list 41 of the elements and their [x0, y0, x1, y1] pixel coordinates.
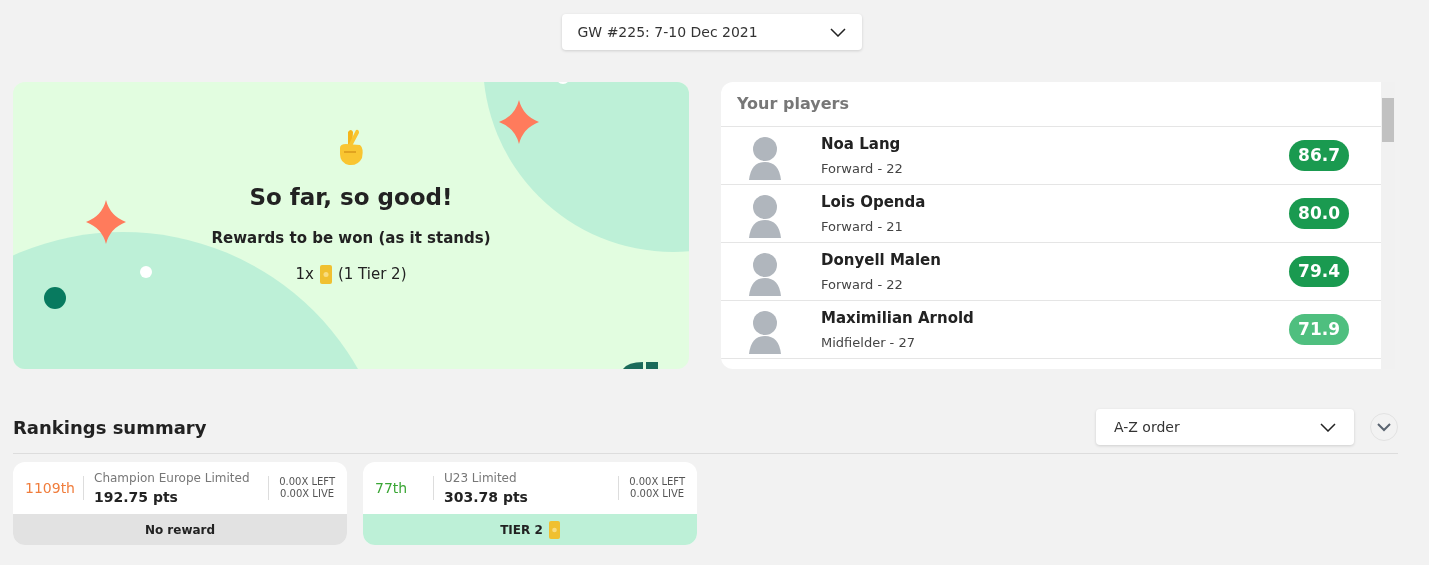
card-icon: [548, 520, 560, 539]
chevron-down-icon: [1377, 422, 1391, 432]
player-name: Noa Lang: [821, 134, 902, 155]
score-pill: 80.0: [1289, 197, 1349, 230]
reward-label: No reward: [144, 521, 216, 539]
score-pill: 79.4: [1289, 255, 1349, 288]
card-icon: [319, 264, 332, 284]
ranking-card[interactable]: 77th U23 Limited 303.78 pts 0.00X LEFT 0.00X LIVE TIER 2: [363, 462, 697, 545]
reward-detail: (1 Tier 2): [337, 264, 407, 285]
player-position: Forward - 22: [821, 159, 904, 178]
result-title: So far, so good!: [249, 183, 453, 212]
panel-title: Your players: [721, 82, 1381, 127]
multiplier-live: 0.00X LIVE: [629, 488, 685, 500]
player-position: Forward - 21: [821, 217, 904, 236]
multiplier-left: 0.00X LEFT: [629, 476, 685, 488]
score-pill: 86.7: [1289, 139, 1349, 172]
score-pill: 71.9: [1289, 313, 1349, 346]
chevron-down-icon: [829, 27, 846, 37]
reward-label: TIER 2: [500, 521, 543, 539]
player-name: Donyell Malen: [821, 250, 942, 271]
player-position: Midfielder - 27: [821, 333, 916, 352]
ranking-card[interactable]: 1109th Champion Europe Limited 192.75 pts 0.00X LEFT 0.00X LIVE No reward: [13, 462, 347, 545]
rank: 77th: [375, 478, 409, 498]
player-name: Maximilian Arnold: [821, 308, 975, 329]
chevron-down-icon: [1320, 422, 1336, 432]
reward-count: 1x: [295, 264, 314, 285]
collapse-button[interactable]: [1370, 413, 1398, 441]
player-position: Forward - 22: [821, 275, 904, 294]
points: 192.75 pts: [94, 487, 179, 507]
gameweek-select[interactable]: GW #225: 7-10 Dec 2021: [561, 14, 862, 50]
sort-select[interactable]: A-Z order: [1096, 409, 1354, 445]
points: 303.78 pts: [444, 487, 529, 507]
competition-name: U23 Limited: [444, 469, 518, 487]
competition-name: Champion Europe Limited: [94, 469, 251, 487]
rank: 1109th: [25, 478, 76, 498]
section-title: Rankings summary: [13, 415, 207, 440]
rewards-caption: Rewards to be won (as it stands): [211, 227, 491, 249]
multiplier-live: 0.00X LIVE: [279, 488, 335, 500]
player-name: Lois Openda: [821, 192, 927, 213]
multiplier-left: 0.00X LEFT: [279, 476, 335, 488]
scroll-thumb[interactable]: [1382, 98, 1394, 142]
